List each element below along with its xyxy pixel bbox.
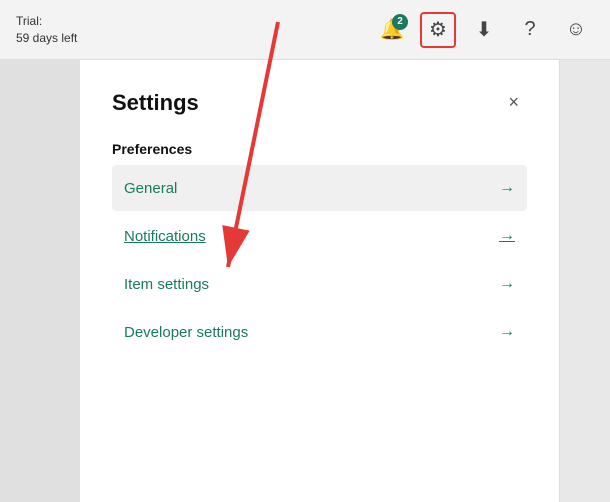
- feedback-button[interactable]: ☺: [558, 12, 594, 48]
- general-menu-item[interactable]: General →: [112, 165, 527, 211]
- topbar-icons: 🔔 2 ⚙ ⬇ ? ☺: [374, 12, 594, 48]
- preferences-section-label: Preferences: [112, 141, 527, 157]
- download-button[interactable]: ⬇: [466, 12, 502, 48]
- notifications-bell-button[interactable]: 🔔 2: [374, 12, 410, 48]
- settings-panel: Settings × Preferences General → Notific…: [80, 60, 560, 502]
- notifications-arrow-icon: →: [499, 227, 515, 245]
- item-settings-label: Item settings: [124, 276, 209, 293]
- close-button[interactable]: ×: [500, 88, 527, 117]
- notifications-menu-item[interactable]: Notifications →: [112, 213, 527, 259]
- general-arrow-icon: →: [499, 179, 515, 197]
- general-label: General: [124, 180, 177, 197]
- topbar: Trial: 59 days left 🔔 2 ⚙ ⬇ ? ☺: [0, 0, 610, 60]
- developer-settings-menu-item[interactable]: Developer settings →: [112, 309, 527, 355]
- help-icon: ?: [524, 18, 535, 41]
- notifications-label: Notifications: [124, 228, 206, 245]
- gear-icon: ⚙: [429, 17, 447, 42]
- notification-badge: 2: [392, 14, 408, 30]
- developer-settings-arrow-icon: →: [499, 323, 515, 341]
- settings-title: Settings: [112, 90, 199, 116]
- main-area: Settings × Preferences General → Notific…: [0, 60, 610, 502]
- trial-info: Trial: 59 days left: [16, 13, 77, 47]
- item-settings-menu-item[interactable]: Item settings →: [112, 261, 527, 307]
- smiley-icon: ☺: [566, 18, 586, 41]
- sidebar-strip: [0, 60, 80, 502]
- developer-settings-label: Developer settings: [124, 324, 248, 341]
- settings-gear-button[interactable]: ⚙: [420, 12, 456, 48]
- help-button[interactable]: ?: [512, 12, 548, 48]
- item-settings-arrow-icon: →: [499, 275, 515, 293]
- settings-header: Settings ×: [112, 88, 527, 117]
- download-icon: ⬇: [476, 17, 493, 42]
